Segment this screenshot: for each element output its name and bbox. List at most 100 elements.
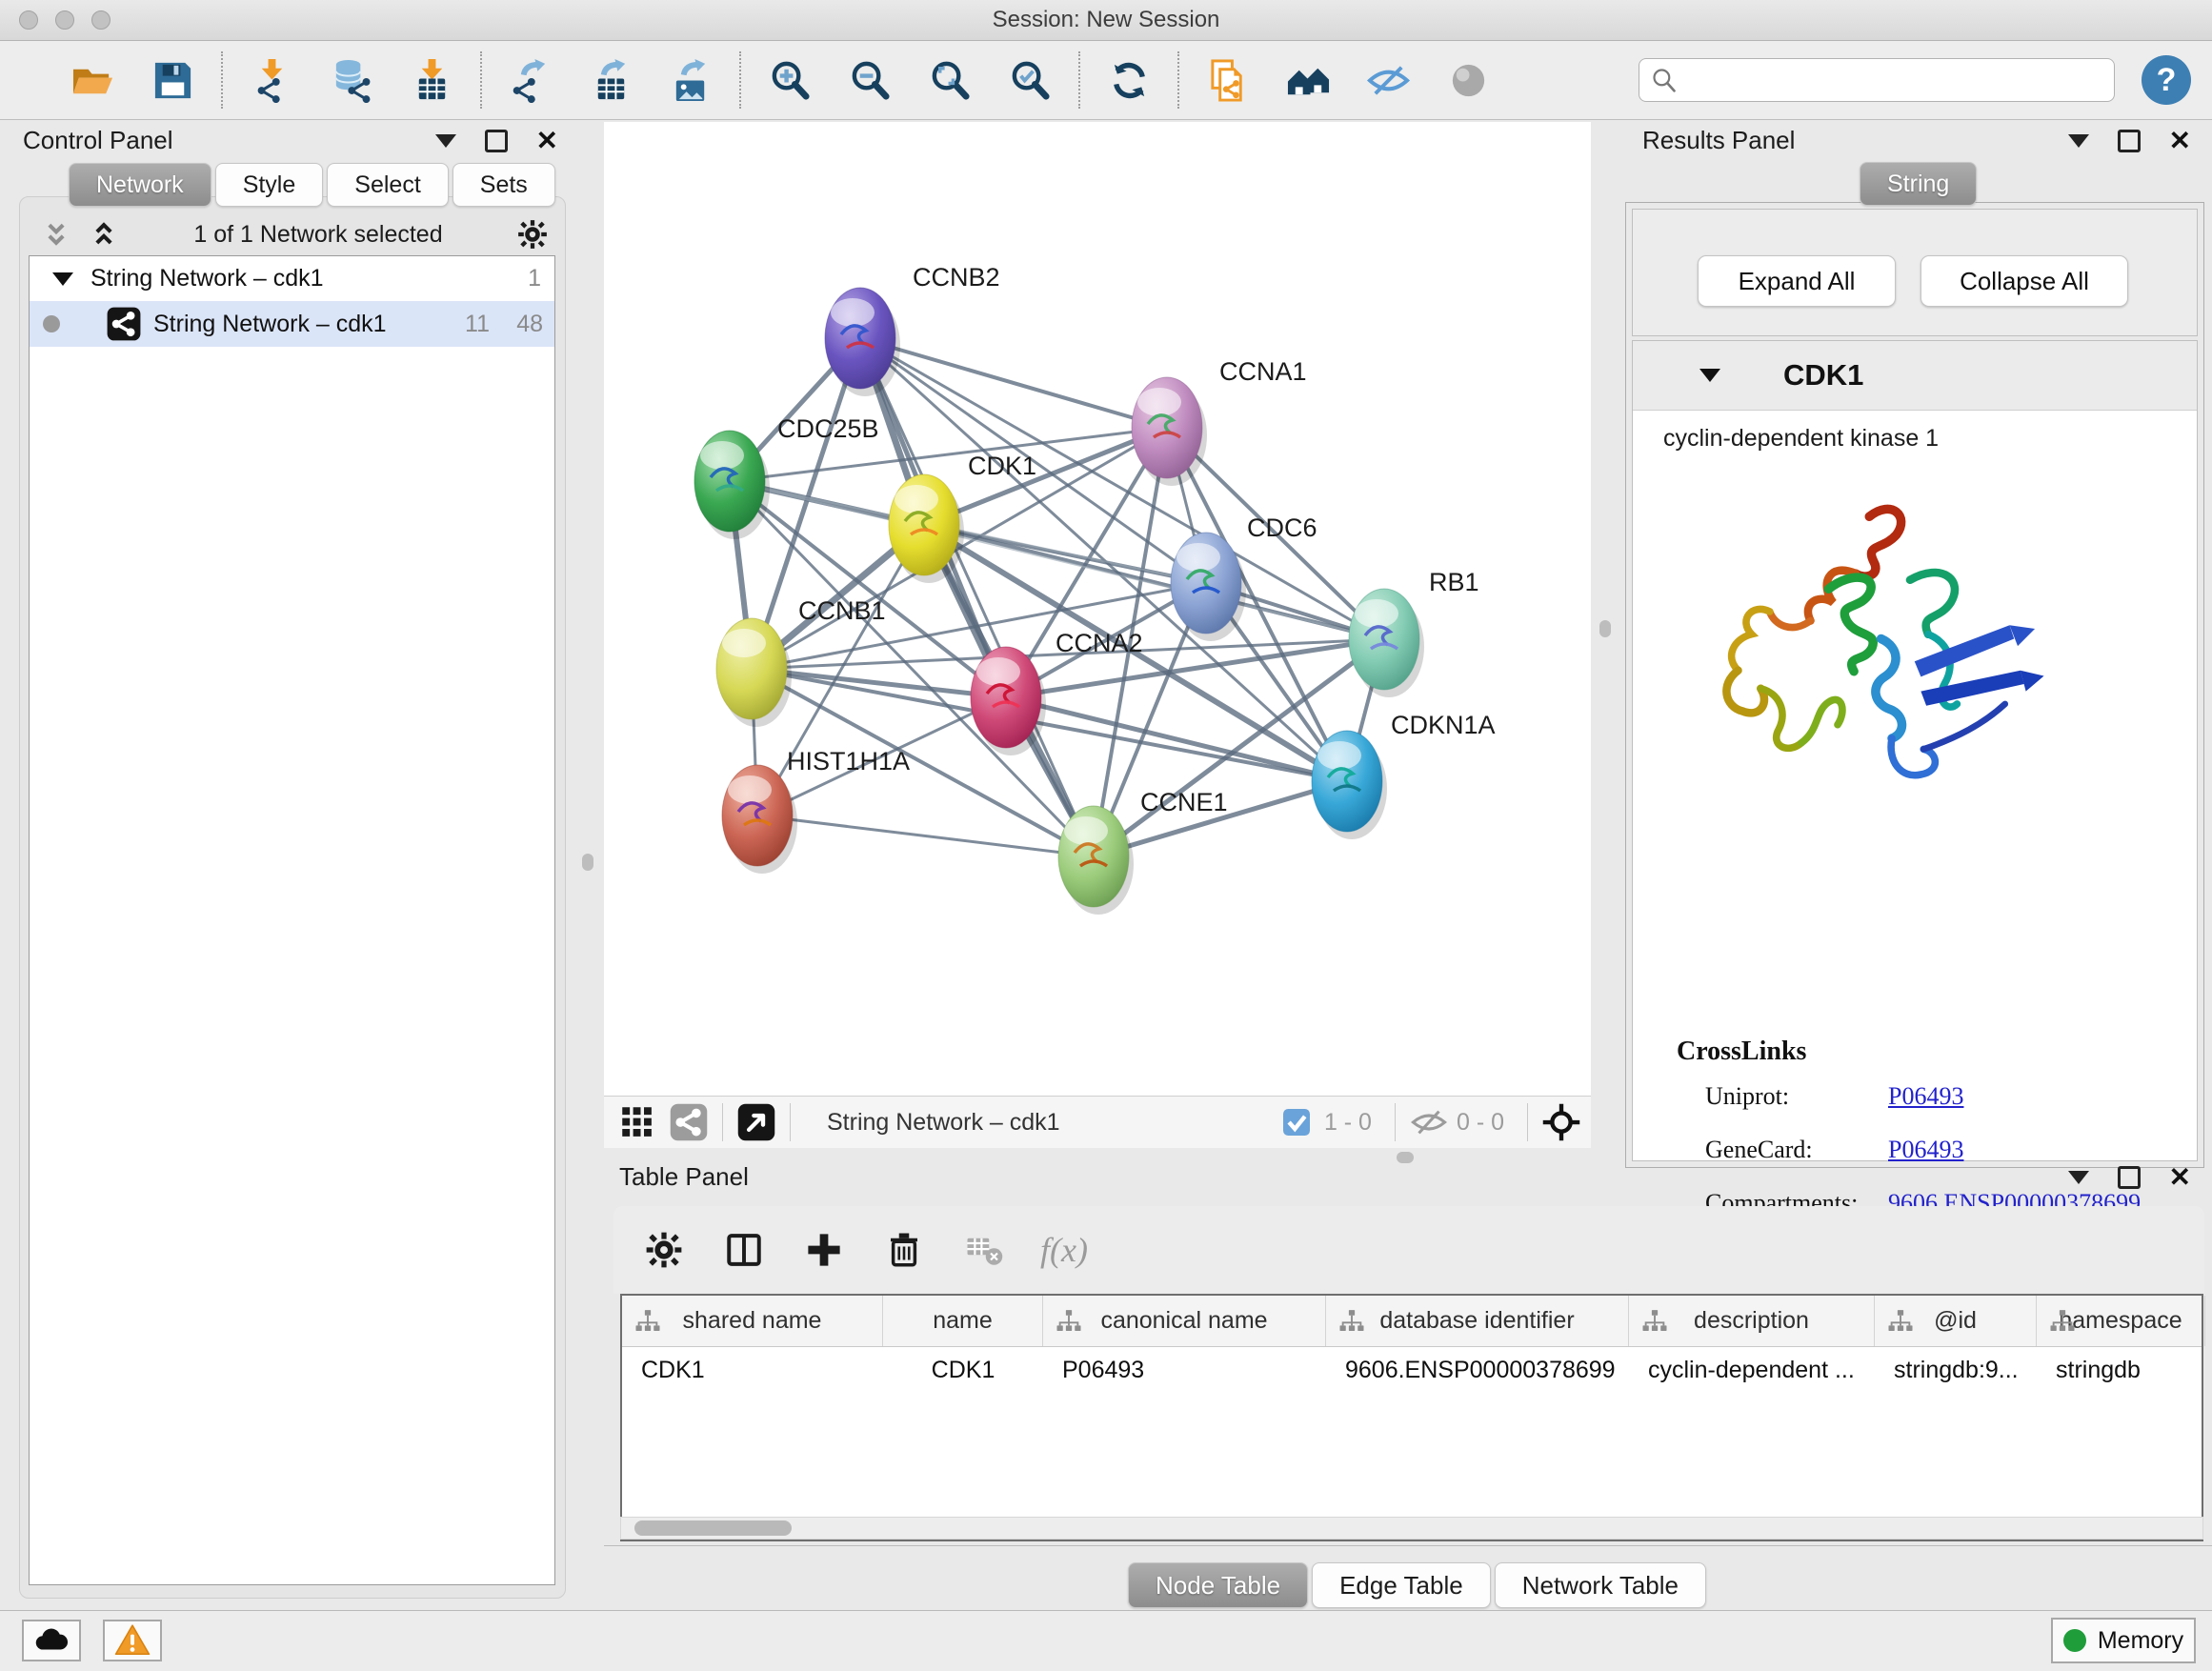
network-node-cdkn1a[interactable] [1312, 731, 1387, 839]
minimize-window-button[interactable] [55, 10, 74, 30]
table-options-gear-icon[interactable] [640, 1226, 688, 1274]
export-table-icon[interactable] [587, 56, 634, 104]
open-session-icon[interactable] [69, 56, 116, 104]
gene-section-header[interactable]: CDK1 [1633, 341, 2197, 411]
string-import-icon[interactable] [1204, 56, 1252, 104]
show-columns-icon[interactable] [720, 1226, 768, 1274]
panel-float-icon[interactable] [2118, 130, 2141, 152]
toolbar-separator [221, 51, 223, 109]
export-network-icon[interactable] [507, 56, 554, 104]
collapse-all-button[interactable]: Collapse All [1920, 255, 2128, 307]
panel-close-icon[interactable]: ✕ [536, 131, 558, 151]
network-node-ccnb2[interactable] [825, 288, 900, 396]
network-node-rb1[interactable] [1349, 589, 1424, 697]
zoom-selected-icon[interactable] [1006, 56, 1054, 104]
panel-collapse-icon[interactable] [435, 134, 456, 148]
import-table-file-icon[interactable] [408, 56, 455, 104]
network-row[interactable]: String Network – cdk1 11 48 [30, 301, 554, 347]
network-edge[interactable] [757, 815, 1094, 856]
network-node-ccnb1[interactable] [716, 618, 792, 727]
panel-close-icon[interactable]: ✕ [2169, 131, 2191, 151]
add-column-icon[interactable] [800, 1226, 848, 1274]
import-network-database-icon[interactable] [328, 56, 375, 104]
hidden-eye-slash-icon[interactable] [1409, 1102, 1449, 1142]
refresh-view-icon[interactable] [1105, 56, 1153, 104]
export-image-icon[interactable] [667, 56, 714, 104]
tab-edge-table[interactable]: Edge Table [1312, 1562, 1491, 1608]
left-splitter-handle[interactable] [582, 854, 593, 871]
column-header-name[interactable]: name [883, 1296, 1043, 1346]
tab-network-table[interactable]: Network Table [1495, 1562, 1706, 1608]
table-row[interactable]: CDK1CDK1P064939606.ENSP00000378699cyclin… [622, 1347, 2202, 1394]
network-node-hist1h1a[interactable] [722, 765, 797, 874]
network-share-toggle-icon[interactable] [669, 1102, 709, 1142]
hide-panel-eye-icon[interactable] [1364, 56, 1412, 104]
crosslink-link[interactable]: P06493 [1888, 1082, 1963, 1111]
cell-canonical-name[interactable]: P06493 [1043, 1347, 1326, 1394]
column-header-namespace[interactable]: namespace [2037, 1296, 2205, 1346]
node-label-cdc25b: CDC25B [777, 414, 879, 443]
tab-string[interactable]: String [1860, 162, 1977, 206]
network-node-cdc6[interactable] [1171, 533, 1246, 641]
birds-eye-view-icon[interactable] [736, 1102, 776, 1142]
cell-shared-name[interactable]: CDK1 [622, 1347, 883, 1394]
section-collapse-icon[interactable] [1699, 369, 1720, 382]
search-input[interactable] [1685, 67, 2102, 93]
tab-sets[interactable]: Sets [452, 163, 555, 207]
expand-all-tree-icon[interactable] [80, 211, 128, 258]
cell-namespace[interactable]: stringdb [2037, 1347, 2205, 1394]
home-multiple-icon[interactable] [1284, 56, 1332, 104]
network-canvas[interactable]: CCNB2CCNA1CDC25BCDK1CDC6RB1CCNB1CCNA2CDK… [604, 122, 1591, 1096]
scrollbar-thumb[interactable] [634, 1520, 792, 1536]
cell-description[interactable]: cyclin-dependent ... [1629, 1347, 1875, 1394]
cloud-status-button[interactable] [22, 1620, 81, 1661]
zoom-out-icon[interactable] [846, 56, 894, 104]
network-label: String Network – cdk1 [153, 311, 387, 338]
search-field[interactable] [1639, 58, 2115, 102]
tab-style[interactable]: Style [215, 163, 324, 207]
column-header-shared-name[interactable]: shared name [622, 1296, 883, 1346]
expand-all-button[interactable]: Expand All [1698, 255, 1896, 307]
network-list: String Network – cdk1 1 String Network –… [29, 255, 555, 1585]
zoom-in-icon[interactable] [766, 56, 814, 104]
tab-select[interactable]: Select [327, 163, 448, 207]
app-window: Session: New Session ? Control Panel ✕ N… [0, 0, 2212, 1671]
panel-collapse-icon[interactable] [2068, 134, 2089, 148]
column-header-description[interactable]: description [1629, 1296, 1875, 1346]
collapse-all-tree-icon[interactable] [32, 211, 80, 258]
selected-checkbox-icon[interactable] [1277, 1102, 1317, 1142]
tree-expand-icon[interactable] [52, 272, 73, 286]
network-options-gear-icon[interactable] [509, 211, 556, 258]
cell-database-identifier[interactable]: 9606.ENSP00000378699 [1326, 1347, 1629, 1394]
panel-float-icon[interactable] [485, 130, 508, 152]
horizontal-scrollbar[interactable] [620, 1517, 2203, 1540]
tab-node-table[interactable]: Node Table [1128, 1562, 1308, 1608]
memory-button[interactable]: Memory [2051, 1618, 2196, 1663]
right-splitter-handle[interactable] [1599, 620, 1611, 637]
cell-name[interactable]: CDK1 [883, 1347, 1043, 1394]
grid-view-icon[interactable] [617, 1102, 657, 1142]
network-node-ccne1[interactable] [1058, 806, 1134, 915]
help-button[interactable]: ? [2142, 55, 2191, 105]
warnings-button[interactable] [103, 1620, 162, 1661]
network-collection-row[interactable]: String Network – cdk1 1 [30, 256, 554, 301]
column-header--id[interactable]: @id [1875, 1296, 2037, 1346]
save-session-icon[interactable] [149, 56, 196, 104]
show-panel-eye-icon[interactable] [1444, 56, 1492, 104]
panel-collapse-icon[interactable] [2068, 1171, 2089, 1184]
panel-float-icon[interactable] [2118, 1166, 2141, 1189]
cell--id[interactable]: stringdb:9... [1875, 1347, 2037, 1394]
zoom-fit-icon[interactable] [926, 56, 974, 104]
network-node-ccna2[interactable] [971, 647, 1046, 755]
delete-column-trash-icon[interactable] [880, 1226, 928, 1274]
fit-selected-crosshair-icon[interactable] [1541, 1102, 1581, 1142]
column-header-canonical-name[interactable]: canonical name [1043, 1296, 1326, 1346]
zoom-window-button[interactable] [91, 10, 111, 30]
import-network-file-icon[interactable] [248, 56, 295, 104]
network-edge[interactable] [860, 338, 1094, 856]
close-window-button[interactable] [19, 10, 38, 30]
panel-close-icon[interactable]: ✕ [2169, 1168, 2191, 1187]
column-header-database-identifier[interactable]: database identifier [1326, 1296, 1629, 1346]
tab-network[interactable]: Network [69, 163, 211, 207]
network-edge[interactable] [860, 338, 1167, 428]
